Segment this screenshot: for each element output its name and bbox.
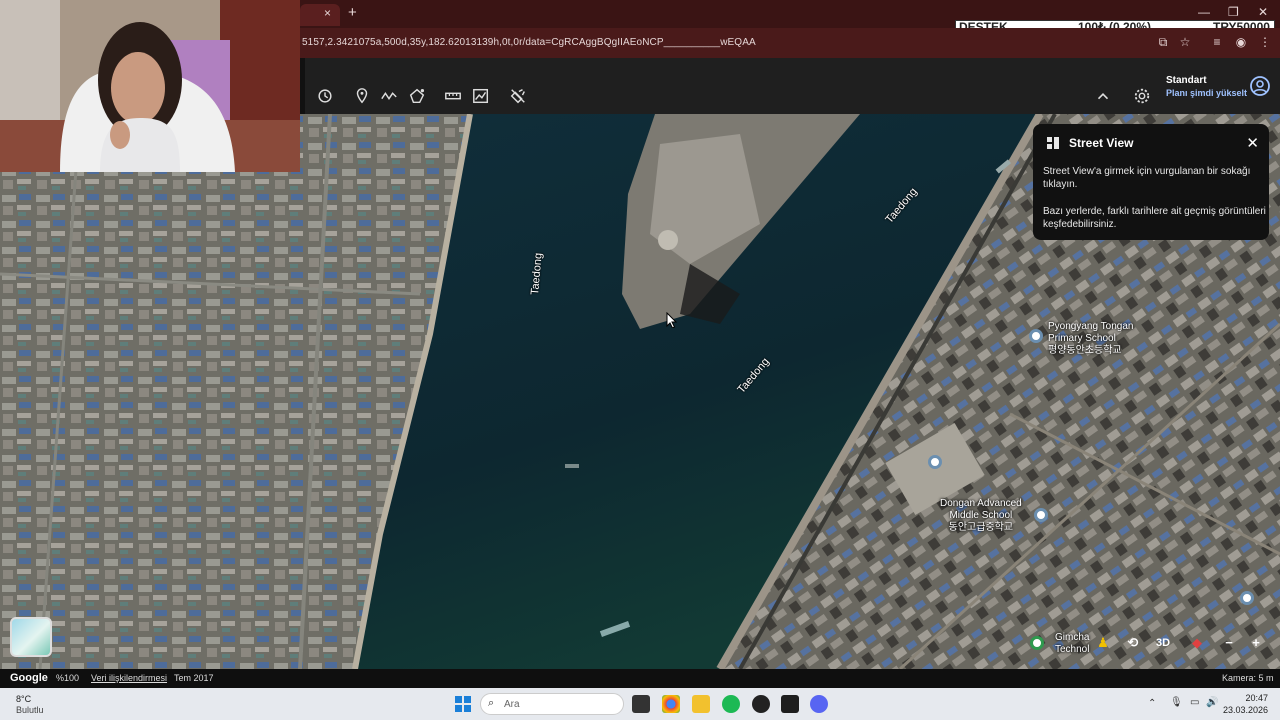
polygon-icon[interactable]	[407, 86, 427, 106]
poi-gimcha[interactable]: Gimcha Technol	[1055, 632, 1089, 656]
search-placeholder: Ara	[504, 699, 520, 710]
satellite-off-icon[interactable]	[508, 86, 528, 106]
microphone-icon[interactable]: 🎙	[1170, 697, 1183, 708]
network-icon[interactable]: ▭	[1190, 697, 1199, 708]
poi-label: Gimcha Technol	[1055, 632, 1090, 655]
task-view-icon[interactable]	[632, 695, 650, 713]
path-icon[interactable]	[379, 86, 399, 106]
taskbar-search[interactable]	[480, 693, 624, 715]
ruler-icon[interactable]	[443, 86, 463, 106]
maximize-button[interactable]: ❐	[1228, 5, 1239, 19]
google-logo: Google	[10, 672, 48, 684]
streamer-webcam-image	[0, 0, 300, 172]
compass-icon[interactable]: ◆	[1187, 633, 1207, 653]
profile-icon[interactable]: ◉	[1234, 35, 1248, 49]
street-view-close-button[interactable]: ✕	[1246, 134, 1259, 152]
tilt-toggle-icon[interactable]: ⟲	[1123, 633, 1143, 653]
school-pin-icon[interactable]	[1029, 329, 1043, 343]
poi-label: Pyongyang Tongan Primary School	[1048, 321, 1134, 344]
data-attribution-link[interactable]: Veri ilişkilendirmesi	[91, 673, 167, 683]
terminal-icon[interactable]	[781, 695, 799, 713]
school-pin-icon[interactable]	[1240, 591, 1254, 605]
chrome-icon[interactable]	[662, 695, 680, 713]
school-pin-icon[interactable]	[928, 455, 942, 469]
zoom-level: %100	[56, 673, 80, 683]
zoom-out-button[interactable]: −	[1219, 633, 1239, 653]
account-avatar-icon[interactable]	[1249, 75, 1271, 97]
mouse-cursor-icon	[666, 312, 678, 328]
map-status-bar: Google %100 Veri ilişkilendirmesi Tem 20…	[0, 669, 1280, 688]
browser-tab[interactable]	[300, 4, 340, 26]
poi-native-label: 동안고급중학교	[948, 522, 1014, 533]
3d-toggle-button[interactable]: 3D	[1153, 633, 1173, 653]
upgrade-plan-link[interactable]: Planı şimdi yükselt	[1166, 88, 1247, 98]
windows-start-icon[interactable]	[455, 696, 471, 712]
clock-date: 23.03.2026	[1222, 705, 1268, 715]
street-view-icon	[1047, 137, 1059, 149]
reading-list-icon[interactable]: ≡	[1210, 35, 1224, 49]
zoom-in-button[interactable]: +	[1246, 633, 1266, 653]
street-view-instruction: Street View'a girmek için vurgulanan bir…	[1043, 166, 1251, 190]
search-icon: ⌕	[488, 697, 495, 709]
collapse-toolbar-icon[interactable]	[1093, 86, 1113, 106]
street-view-panel: Street View ✕ Street View'a girmek için …	[1033, 124, 1269, 240]
address-bar[interactable]: 5157,2.3421075a,500d,35y,182.62013139h,0…	[302, 37, 756, 48]
history-icon[interactable]	[315, 86, 335, 106]
minimize-button[interactable]: —	[1198, 5, 1210, 19]
volume-icon[interactable]: 🔊	[1206, 697, 1218, 708]
map-layers-button[interactable]	[10, 617, 52, 657]
discord-icon[interactable]	[810, 695, 828, 713]
spotify-icon[interactable]	[722, 695, 740, 713]
chart-icon[interactable]	[471, 86, 491, 106]
school-pin-icon[interactable]	[1034, 508, 1048, 522]
poi-label: Dongan Advanced Middle School	[940, 498, 1022, 521]
close-window-button[interactable]: ✕	[1258, 5, 1268, 19]
bookmark-star-icon[interactable]: ☆	[1178, 35, 1192, 49]
pegman-icon[interactable]: ♟	[1093, 633, 1113, 653]
weather-desc: Bulutlu	[16, 705, 44, 715]
account-plan: Standart	[1166, 75, 1207, 86]
poi-dongan-school[interactable]: Dongan Advanced Middle School 동안고급중학교	[940, 498, 1022, 534]
browser-menu-icon[interactable]: ⋮	[1258, 35, 1272, 49]
camera-altitude: Kamera: 5 m	[1222, 673, 1274, 683]
tab-close-button[interactable]: ×	[324, 6, 331, 20]
file-explorer-icon[interactable]	[692, 695, 710, 713]
weather-temp[interactable]: 8°C	[16, 694, 31, 704]
street-view-title: Street View	[1069, 136, 1134, 150]
imagery-date: Tem 2017	[174, 673, 214, 683]
obs-icon[interactable]	[752, 695, 770, 713]
poi-tongan-school[interactable]: Pyongyang Tongan Primary School 평양동안초등학교	[1048, 321, 1133, 357]
new-tab-button[interactable]: +	[348, 4, 357, 21]
screen: × + — ❐ ✕ DESTEK 100₺ (0.20%) TRY50000 5…	[0, 0, 1280, 720]
webcam-overlay	[0, 0, 300, 172]
settings-gear-icon[interactable]	[1132, 86, 1152, 106]
tray-expand-icon[interactable]: ⌃	[1148, 698, 1156, 709]
clock-time[interactable]: 20:47	[1228, 693, 1268, 703]
poi-pin-icon[interactable]	[1030, 636, 1044, 650]
poi-native-label: 평양동안초등학교	[1048, 345, 1122, 356]
pin-icon[interactable]	[352, 86, 372, 106]
install-app-icon[interactable]: ⧉	[1156, 35, 1170, 49]
street-view-history-note: Bazı yerlerde, farklı tarihlere ait geçm…	[1043, 206, 1266, 230]
